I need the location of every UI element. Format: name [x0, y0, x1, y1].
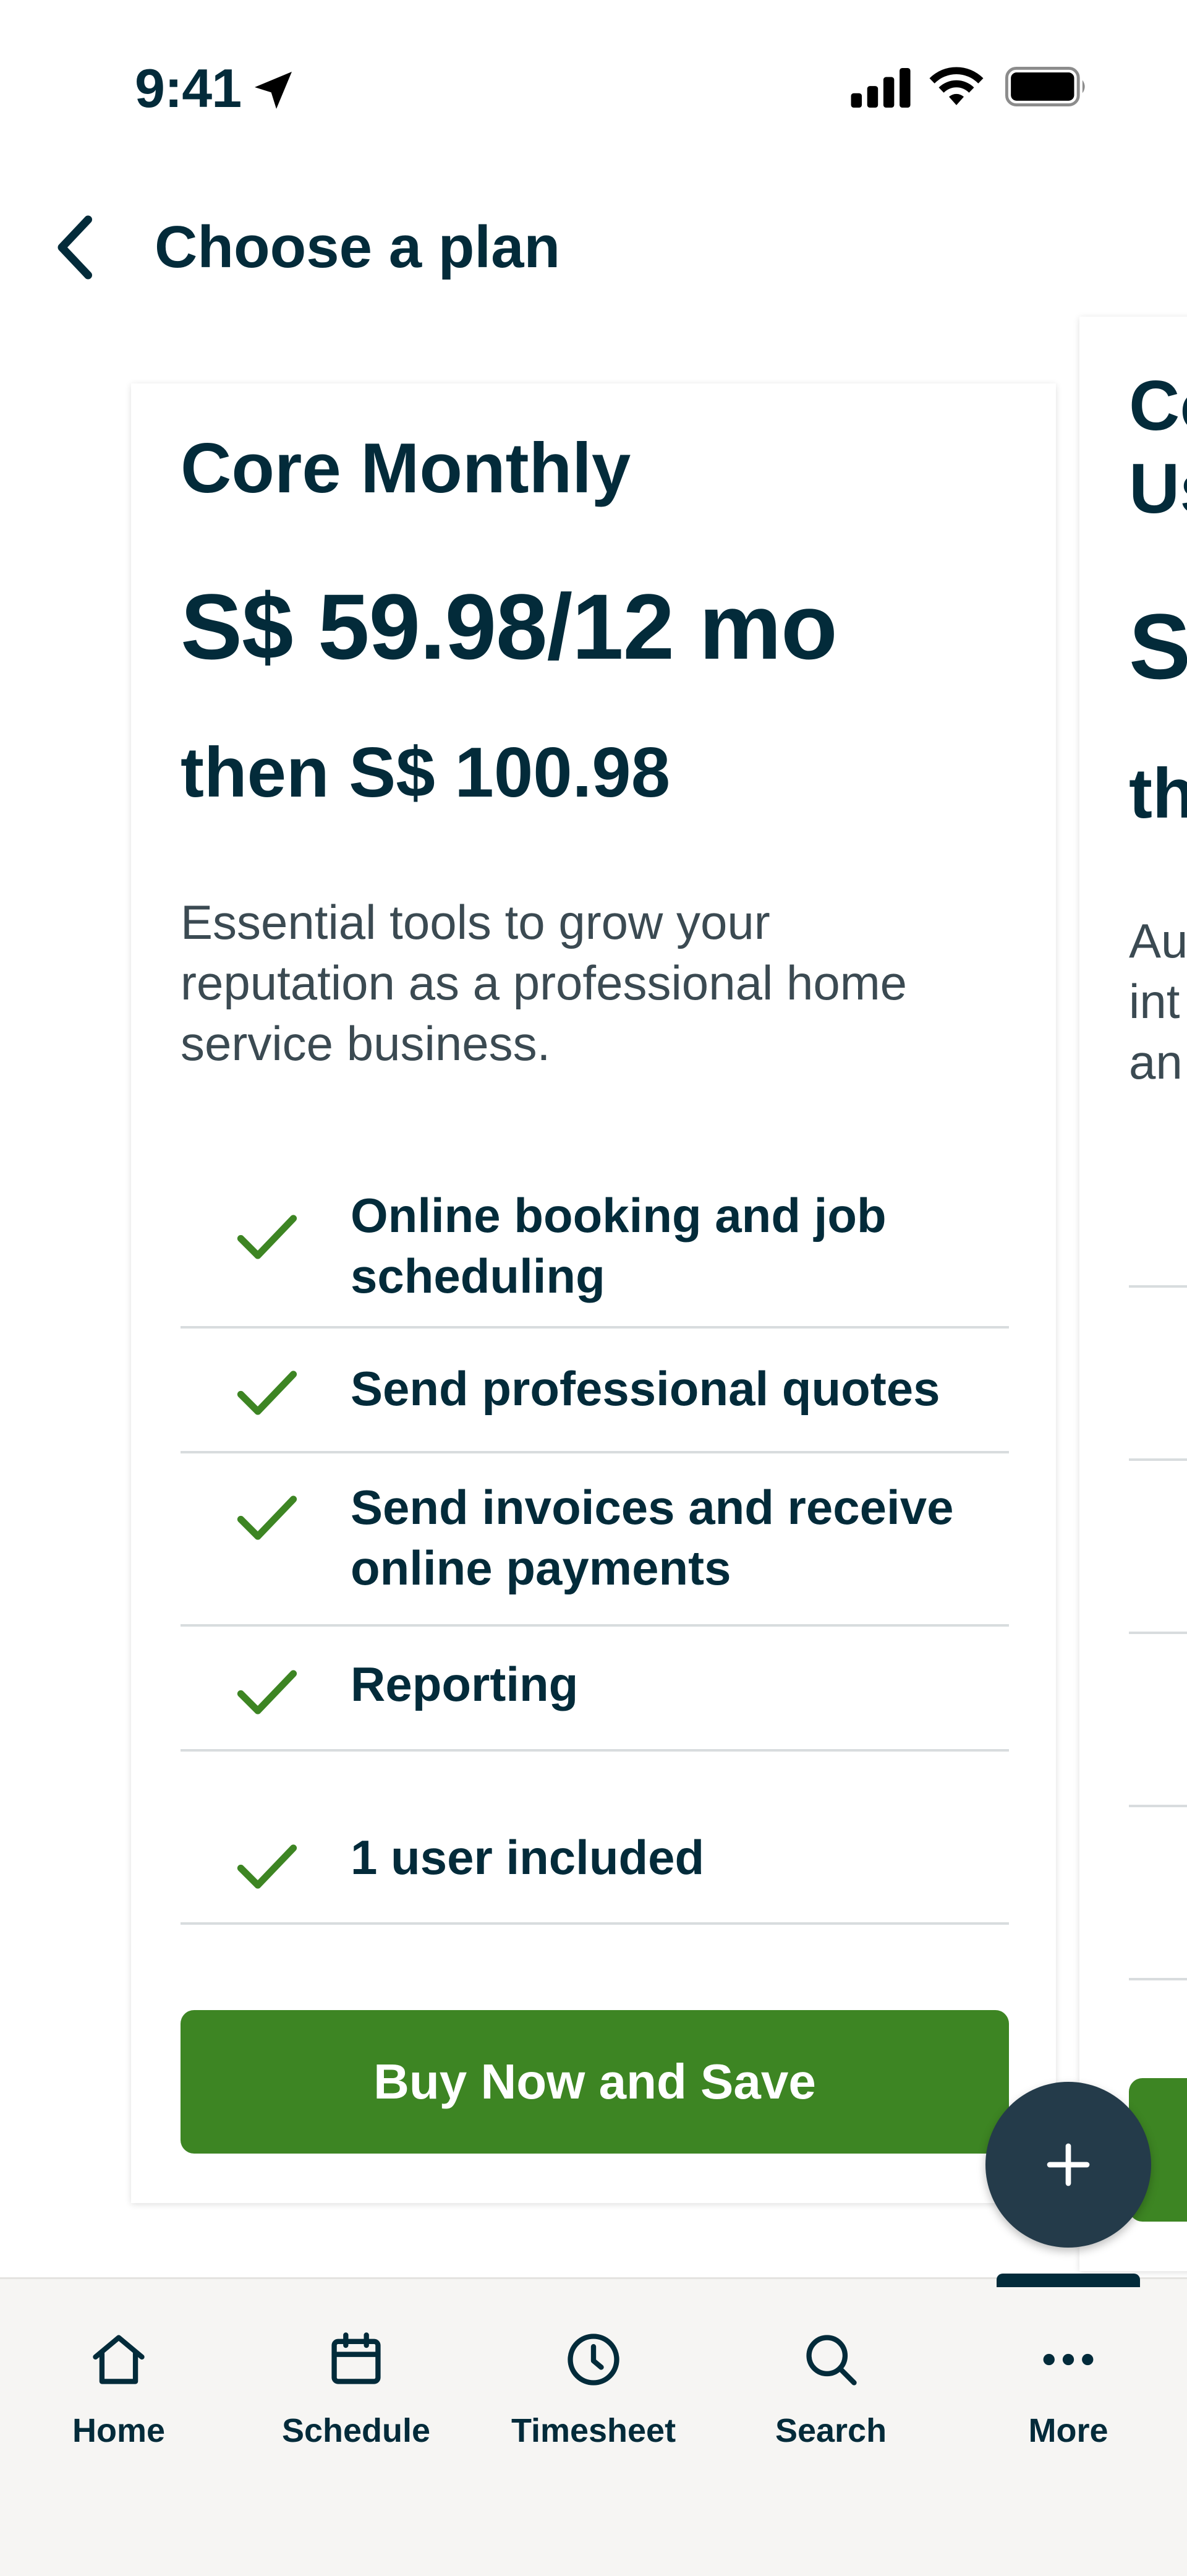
clock-icon	[568, 2334, 619, 2386]
feature-item: Send professional quotes	[181, 1329, 1009, 1453]
tab-schedule[interactable]: Schedule	[237, 2279, 475, 2465]
tab-home[interactable]: Home	[0, 2279, 237, 2465]
feature-list: Online booking and job scheduling Send p…	[181, 1163, 1009, 1925]
plus-icon	[1047, 2143, 1090, 2186]
plan-desc-partial-1: Au	[1129, 914, 1187, 968]
plan-price-partial: S	[1129, 594, 1187, 698]
check-icon	[237, 1496, 297, 1540]
page-title: Choose a plan	[155, 214, 561, 280]
check-icon	[237, 1215, 297, 1259]
divider	[1129, 1632, 1187, 1634]
plan-description: Essential tools to grow your reputation …	[181, 895, 908, 1071]
plan-desc-partial-2: int	[1129, 974, 1180, 1029]
plan-then-price: then S$ 100.98	[181, 734, 671, 812]
buy-now-button[interactable]: Buy Now and Save	[181, 2010, 1009, 2154]
tab-label: Home	[72, 2412, 166, 2449]
plan-title-partial-1: Co	[1129, 367, 1187, 445]
divider	[1129, 1458, 1187, 1461]
check-icon	[237, 1371, 297, 1415]
wifi-icon	[929, 67, 984, 105]
battery-icon	[1005, 67, 1085, 106]
back-button[interactable]	[37, 204, 111, 291]
active-tab-indicator	[997, 2274, 1140, 2287]
home-icon	[93, 2335, 145, 2384]
feature-item: 1 user included	[181, 1752, 1009, 1925]
tab-more[interactable]: More	[950, 2279, 1187, 2465]
more-icon	[1043, 2353, 1094, 2366]
tab-search[interactable]: Search	[712, 2279, 950, 2465]
tab-label: Schedule	[281, 2412, 431, 2449]
calendar-icon	[331, 2332, 381, 2384]
tab-label: Search	[775, 2412, 887, 2449]
feature-item: Send invoices and receive online payment…	[181, 1453, 1009, 1627]
plan-card-next[interactable]: Co Us S th Au int an	[1079, 317, 1187, 2271]
plan-then-partial: th	[1129, 755, 1187, 833]
add-fab-button[interactable]	[985, 2082, 1151, 2248]
search-icon	[806, 2335, 857, 2386]
feature-label: 1 user included	[351, 1830, 705, 1885]
tab-label: Timesheet	[511, 2412, 676, 2449]
tab-bar: Home Schedule Timesheet Search More	[0, 2277, 1187, 2576]
status-time: 9:41	[135, 58, 242, 119]
plan-desc-partial-3: an	[1129, 1035, 1183, 1089]
plan-card-core-monthly: Core Monthly S$ 59.98/12 mo then S$ 100.…	[131, 383, 1056, 2203]
check-icon	[237, 1670, 297, 1714]
feature-label: Online booking and job scheduling	[351, 1188, 887, 1303]
plan-title: Core Monthly	[181, 429, 631, 508]
check-icon	[237, 1844, 297, 1889]
divider	[1129, 1978, 1187, 1980]
plan-price: S$ 59.98/12 mo	[181, 575, 838, 678]
tab-label: More	[1028, 2412, 1108, 2449]
feature-item: Online booking and job scheduling	[181, 1163, 1009, 1329]
location-arrow-icon	[255, 72, 292, 109]
feature-label: Reporting	[351, 1657, 579, 1711]
divider	[1129, 1805, 1187, 1807]
chevron-left-icon	[57, 215, 92, 280]
feature-item: Reporting	[181, 1627, 1009, 1752]
feature-label: Send invoices and receive online payment…	[351, 1480, 954, 1595]
plan-title-partial-2: Us	[1129, 450, 1187, 528]
signal-icon	[851, 68, 911, 108]
tab-timesheet[interactable]: Timesheet	[475, 2279, 712, 2465]
feature-label: Send professional quotes	[351, 1361, 940, 1416]
divider	[1129, 1285, 1187, 1288]
